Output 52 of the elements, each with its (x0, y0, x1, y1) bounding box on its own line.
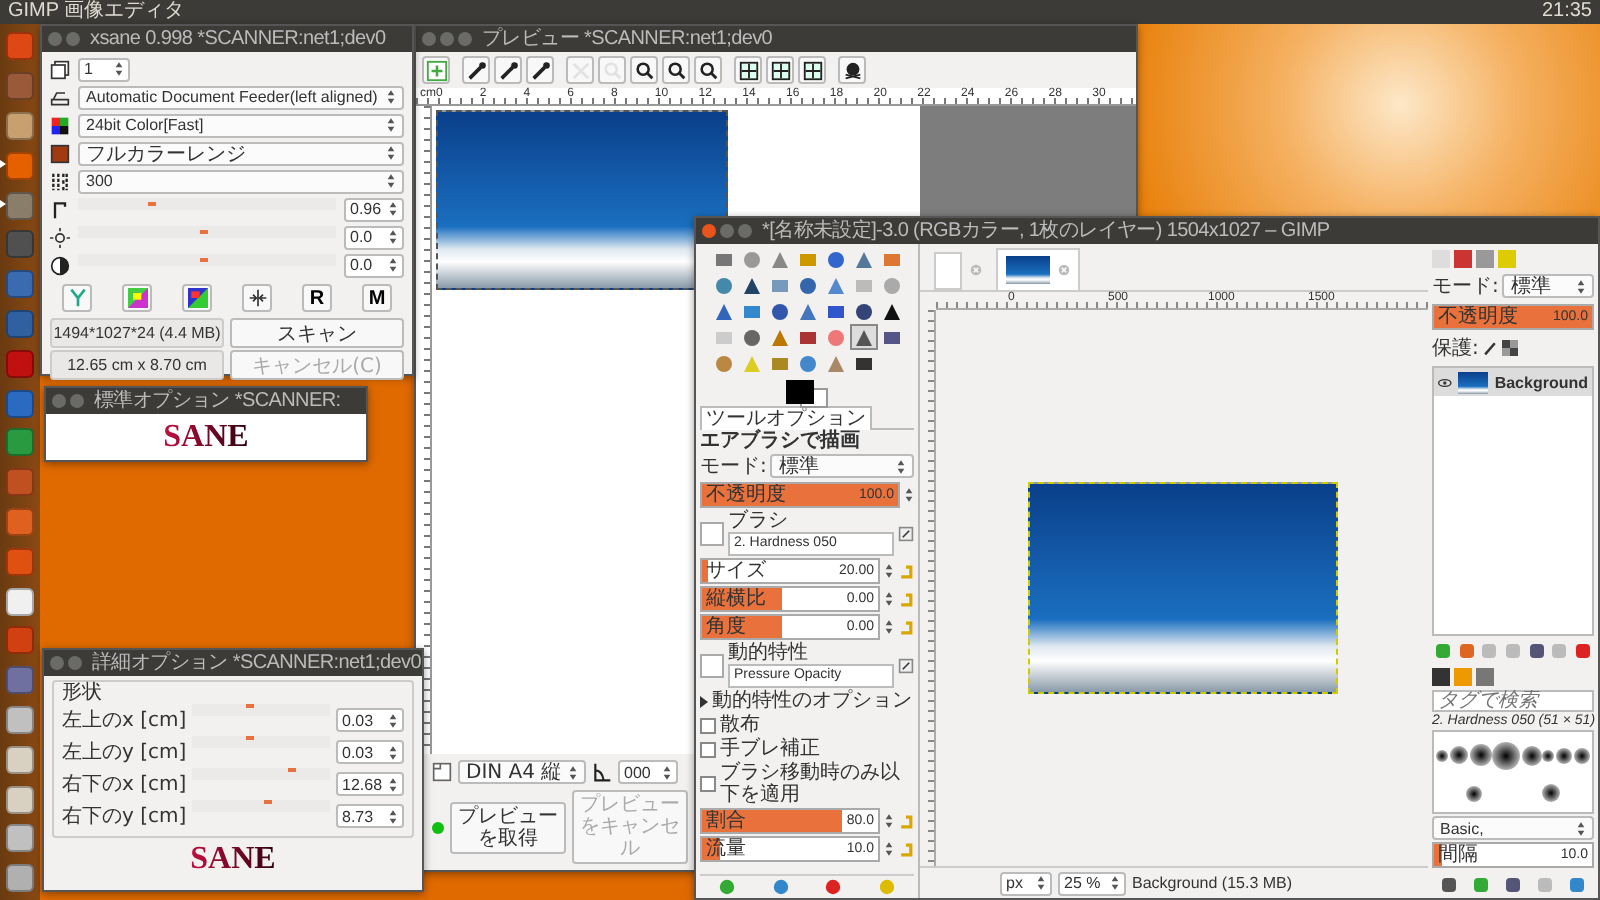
mode-dropdown[interactable]: 標準 (770, 454, 914, 478)
tool-name-heading: エアブラシで描画 (700, 430, 862, 452)
field-label: 左上のy [cm] (62, 739, 186, 766)
dropdown[interactable]: 24bit Color[Fast] (78, 113, 404, 137)
zoom-field[interactable]: 25 % (1058, 871, 1126, 895)
status-text: Background (15.3 MB) (1132, 874, 1293, 892)
value-field[interactable]: 8.73 (336, 804, 404, 828)
window-title: xsane 0.998 *SCANNER:net1;dev0 (90, 26, 386, 52)
lock-label: 保護: (1432, 335, 1479, 362)
checkbox-label: 手ブレ補正 (720, 738, 820, 760)
checkbox-label: 散布 (720, 714, 760, 736)
acquire-preview-button[interactable]: プレビューを取得 (450, 801, 566, 853)
window-title: 詳細オプション *SCANNER:net1;dev0 (92, 650, 421, 676)
field-label: 右下のy [cm] (62, 804, 186, 830)
paper-size-dropdown[interactable]: DIN A4 縦 (458, 760, 586, 784)
preset-dropdown[interactable]: Basic, (1432, 816, 1594, 840)
field-label: ブラシ (728, 510, 790, 532)
app-title: GIMP 画像エディタ (8, 0, 185, 24)
field-label: 動的特性 (728, 642, 810, 664)
checkbox-label: ブラシ移動時のみ以下を適用 (720, 762, 902, 806)
rotation-field[interactable]: 000 (618, 760, 678, 784)
dropdown[interactable]: 300 (78, 169, 404, 193)
mode-label: モード: (1432, 274, 1499, 300)
field-label: 右下のx [cm] (62, 772, 186, 798)
tool-button[interactable]: M (362, 284, 392, 312)
value-field[interactable]: 12.68 (336, 772, 404, 796)
value-field[interactable]: 0.96 (344, 197, 404, 221)
window-title: 標準オプション *SCANNER: (94, 388, 341, 414)
value-field[interactable]: 0.0 (344, 225, 404, 249)
copies-field[interactable]: 1 (78, 57, 130, 81)
layer-name: Background (1494, 373, 1588, 391)
mode-label: モード: (700, 454, 767, 480)
tool-options-tab[interactable]: ツールオプション (700, 406, 872, 430)
window-title: *[名称未設定]-3.0 (RGBカラー, 1枚のレイヤー) 1504x1027 – GIMP (762, 218, 1330, 244)
dropdown[interactable]: Automatic Document Feeder(left aligned) (78, 85, 404, 109)
mode-dropdown[interactable]: 標準 (1502, 274, 1594, 298)
dropdown[interactable]: フルカラーレンジ (78, 141, 404, 165)
tag-search-field[interactable]: タグで検索 (1432, 690, 1594, 712)
value-field[interactable]: 0.03 (336, 708, 404, 732)
value-field[interactable]: 0.0 (344, 253, 404, 277)
window-title: プレビュー *SCANNER:net1;dev0 (482, 26, 773, 52)
image-size-label: 1494*1027*24 (4.4 MB) (50, 318, 224, 348)
tool-button[interactable]: R (302, 284, 332, 312)
layer-row[interactable]: Background (1434, 368, 1592, 396)
unit-dropdown[interactable]: px (1000, 871, 1052, 895)
dimensions-label: 12.65 cm x 8.70 cm (50, 350, 224, 380)
expander[interactable]: 動的特性のオプション (700, 690, 914, 712)
field-label: 左上のx [cm] (62, 707, 186, 734)
scan-button[interactable]: スキャン (230, 318, 404, 348)
group-label: 形状 (62, 682, 102, 704)
clock: 21:35 (1541, 0, 1592, 24)
value-field[interactable]: 0.03 (336, 740, 404, 764)
